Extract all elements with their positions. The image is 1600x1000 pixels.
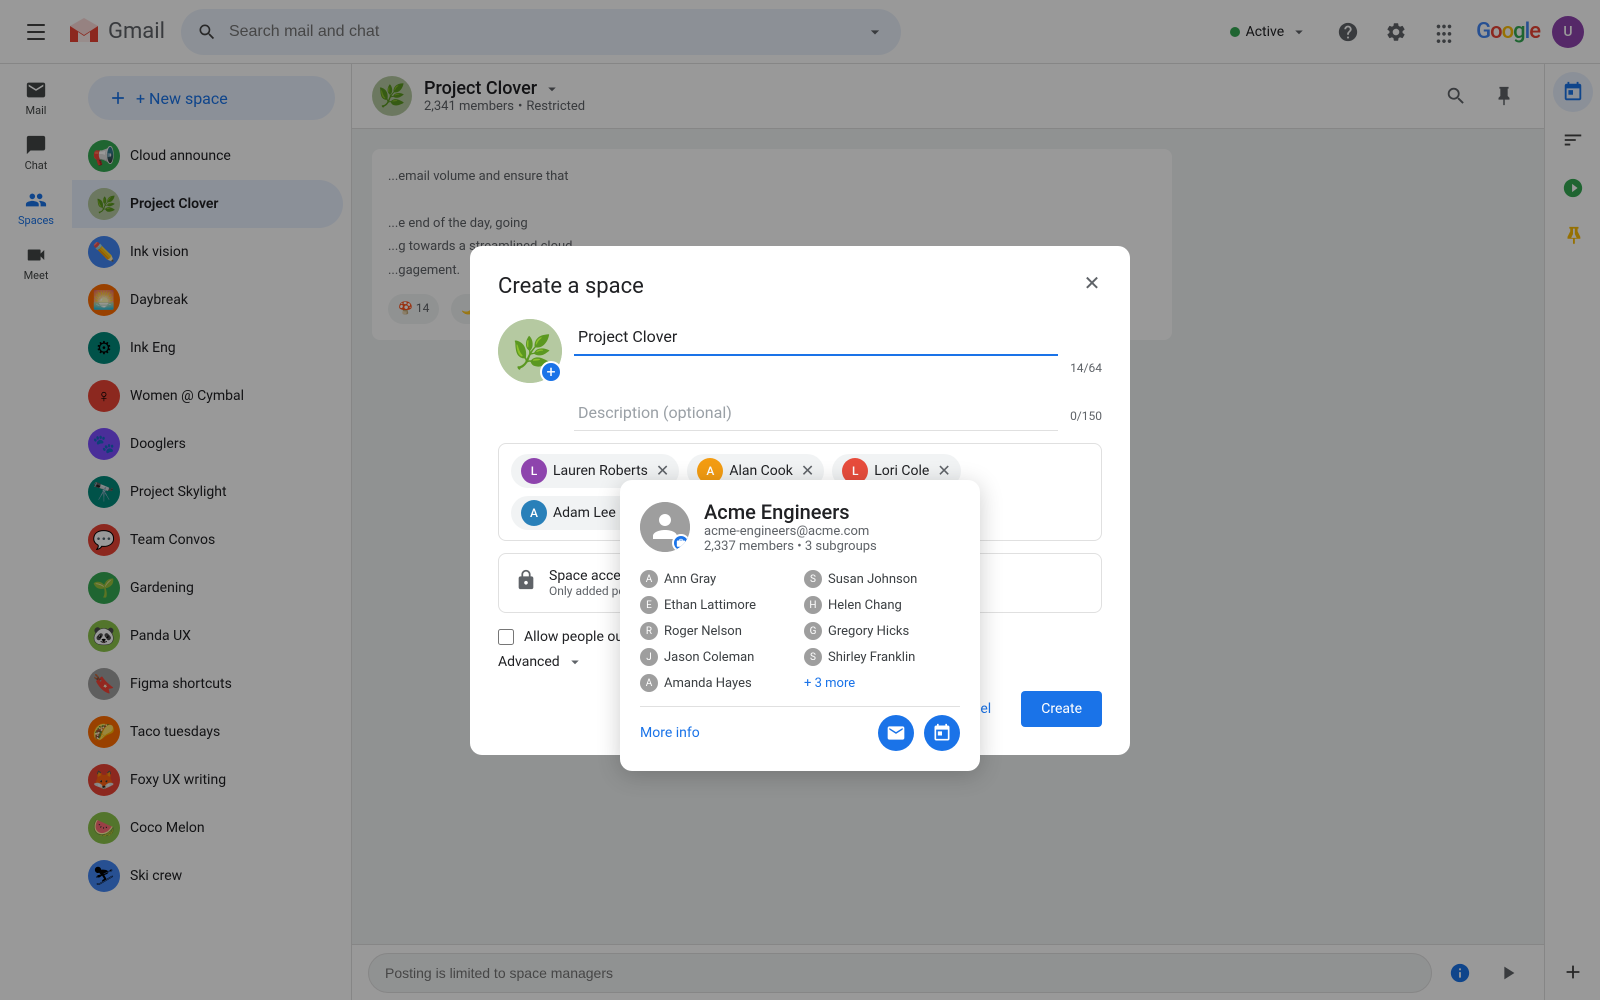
create-button[interactable]: Create (1021, 691, 1102, 727)
acme-name: Acme Engineers (704, 500, 877, 524)
member-dot-shirley: S (804, 648, 822, 666)
members-grid: A Ann Gray S Susan Johnson E Ethan Latti… (640, 568, 960, 694)
member-name-amanda: Amanda Hayes (664, 676, 752, 691)
email-action-button[interactable] (878, 715, 914, 751)
more-info-link[interactable]: More info (640, 725, 700, 741)
acme-avatar (640, 502, 690, 552)
description-input[interactable] (574, 395, 1058, 431)
member-name-susan: Susan Johnson (828, 572, 917, 587)
chip-label-adam: Adam Lee (553, 505, 616, 521)
member-more: + 3 more (804, 672, 960, 694)
acme-separator: • (797, 539, 805, 554)
member-name-gregory: Gregory Hicks (828, 624, 909, 639)
space-avatar-edit: 🌿 + (498, 319, 562, 383)
member-helen: H Helen Chang (804, 594, 960, 616)
acme-badge-icon (672, 534, 690, 552)
advanced-label: Advanced (498, 654, 560, 670)
add-avatar-button[interactable]: + (540, 361, 562, 383)
acme-email: acme-engineers@acme.com (704, 524, 877, 539)
calendar-action-button[interactable] (924, 715, 960, 751)
popover-footer: More info (640, 706, 960, 751)
member-ann: A Ann Gray (640, 568, 796, 590)
acme-engineers-popover: Acme Engineers acme-engineers@acme.com 2… (620, 480, 980, 771)
chip-label-lori: Lori Cole (874, 463, 929, 479)
acme-members-count: 2,337 members (704, 539, 794, 554)
outside-checkbox[interactable] (498, 629, 514, 645)
member-name-ethan: Ethan Lattimore (664, 598, 756, 613)
member-name-helen: Helen Chang (828, 598, 902, 613)
chip-avatar-adam: A (521, 500, 547, 526)
member-name-shirley: Shirley Franklin (828, 650, 915, 665)
member-dot-ann: A (640, 570, 658, 588)
chip-remove-lauren[interactable]: ✕ (656, 461, 669, 480)
more-members-link[interactable]: + 3 more (804, 676, 855, 691)
member-ethan: E Ethan Lattimore (640, 594, 796, 616)
member-dot-helen: H (804, 596, 822, 614)
member-shirley: S Shirley Franklin (804, 646, 960, 668)
member-dot-amanda: A (640, 674, 658, 692)
member-name-ann: Ann Gray (664, 572, 716, 587)
chip-label-alan: Alan Cook (729, 463, 793, 479)
member-susan: S Susan Johnson (804, 568, 960, 590)
name-row: 🌿 + 14/64 (498, 319, 1102, 383)
dialog-close-button[interactable]: ✕ (1074, 266, 1110, 302)
desc-counter: 0/150 (1070, 409, 1102, 431)
member-name-jason: Jason Coleman (664, 650, 754, 665)
acme-info: Acme Engineers acme-engineers@acme.com 2… (704, 500, 877, 554)
member-dot-ethan: E (640, 596, 658, 614)
acme-meta: 2,337 members • 3 subgroups (704, 539, 877, 554)
lock-icon (515, 569, 537, 596)
member-dot-gregory: G (804, 622, 822, 640)
dialog-title: Create a space (498, 274, 1102, 299)
chip-label-lauren: Lauren Roberts (553, 463, 648, 479)
member-name-roger: Roger Nelson (664, 624, 742, 639)
popover-action-buttons (878, 715, 960, 751)
chip-avatar-lauren: L (521, 458, 547, 484)
member-gregory: G Gregory Hicks (804, 620, 960, 642)
member-dot-jason: J (640, 648, 658, 666)
chip-remove-alan[interactable]: ✕ (801, 461, 814, 480)
acme-header: Acme Engineers acme-engineers@acme.com 2… (640, 500, 960, 554)
advanced-chevron-icon (566, 653, 584, 671)
space-name-input[interactable] (574, 319, 1058, 356)
acme-subgroups: 3 subgroups (805, 539, 877, 554)
member-dot-susan: S (804, 570, 822, 588)
description-row: 0/150 (574, 395, 1102, 431)
member-dot-roger: R (640, 622, 658, 640)
member-amanda: A Amanda Hayes (640, 672, 796, 694)
chip-remove-lori[interactable]: ✕ (937, 461, 950, 480)
member-jason: J Jason Coleman (640, 646, 796, 668)
name-counter: 14/64 (1070, 361, 1102, 383)
member-roger: R Roger Nelson (640, 620, 796, 642)
